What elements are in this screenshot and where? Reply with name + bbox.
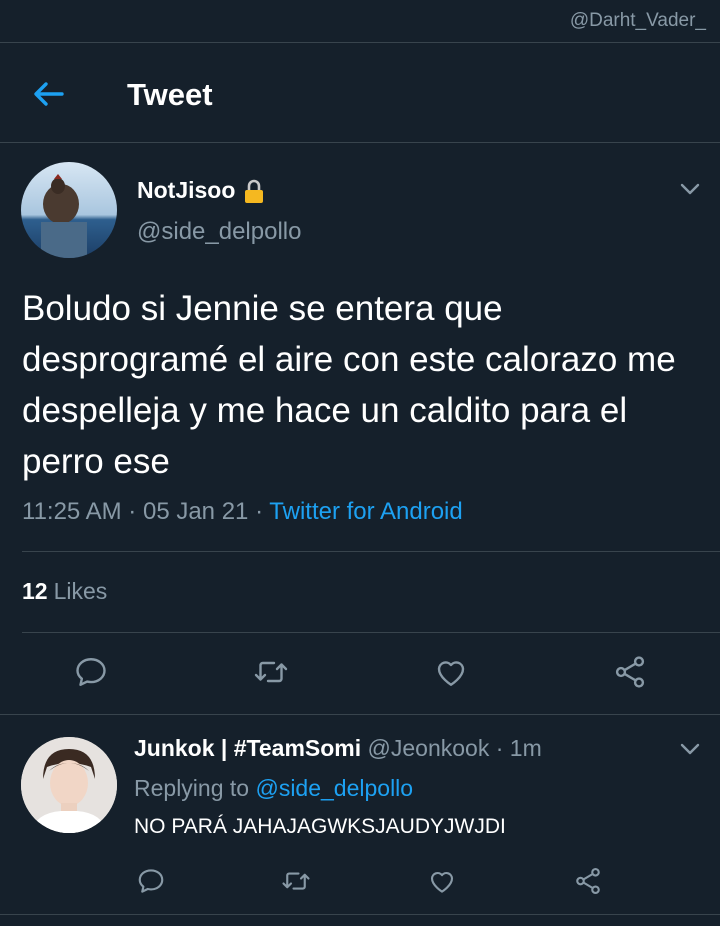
author-avatar[interactable] — [21, 162, 117, 258]
reply-text: NO PARÁ JAHAJAGWKSJAUDYJWJDI — [134, 815, 506, 838]
replying-to-mention[interactable]: @side_delpollo — [255, 775, 413, 801]
retweet-icon — [254, 661, 288, 683]
divider — [0, 142, 720, 143]
reply-author-avatar[interactable] — [21, 737, 117, 833]
reply-header: Junkok | #TeamSomi @Jeonkook · 1m — [134, 735, 542, 761]
share-button[interactable] — [612, 654, 648, 690]
divider — [22, 632, 720, 633]
divider — [0, 714, 720, 715]
reply-icon — [76, 658, 106, 686]
reply-retweet-button[interactable] — [281, 866, 311, 896]
back-button[interactable] — [30, 79, 66, 109]
retweet-button[interactable] — [253, 654, 289, 690]
like-button[interactable] — [433, 654, 469, 690]
replying-to-line: Replying to @side_delpollo — [134, 775, 414, 801]
tweet-metadata: 11:25 AM · 05 Jan 21 · Twitter for Andro… — [22, 498, 463, 525]
like-icon — [430, 872, 454, 893]
top-app-bar: Tweet — [0, 43, 720, 143]
likes-count[interactable]: 12 Likes — [22, 578, 107, 605]
reply-author-name[interactable]: Junkok | #TeamSomi — [134, 735, 361, 761]
chevron-down-icon[interactable] — [679, 742, 701, 756]
watermark-username: @Darht_Vader_ — [569, 10, 706, 31]
reply-like-button[interactable] — [427, 866, 457, 896]
share-icon — [576, 867, 600, 895]
retweet-icon — [282, 872, 310, 890]
author-handle[interactable]: @side_delpollo — [137, 218, 301, 246]
arrow-left-icon — [34, 82, 64, 106]
lock-icon — [245, 179, 264, 203]
divider — [22, 551, 720, 552]
reply-share-button[interactable] — [573, 866, 603, 896]
page-title: Tweet — [127, 77, 213, 112]
chevron-down-icon[interactable] — [679, 182, 701, 196]
reply-button[interactable] — [73, 654, 109, 690]
tweet-time: 11:25 AM — [22, 498, 122, 525]
reply-author-handle[interactable]: @Jeonkook — [368, 735, 490, 761]
tweet-source-link[interactable]: Twitter for Android — [269, 498, 462, 525]
tweet-text: Boludo si Jennie se entera que desprogra… — [22, 289, 676, 481]
tweet-date: 05 Jan 21 — [142, 498, 249, 525]
reply-icon — [138, 869, 164, 893]
like-icon — [437, 661, 465, 686]
reply-time: 1m — [509, 735, 542, 761]
author-name[interactable]: NotJisoo — [137, 177, 265, 204]
share-icon — [615, 656, 645, 688]
divider — [0, 914, 720, 915]
reply-reply-button[interactable] — [136, 866, 166, 896]
